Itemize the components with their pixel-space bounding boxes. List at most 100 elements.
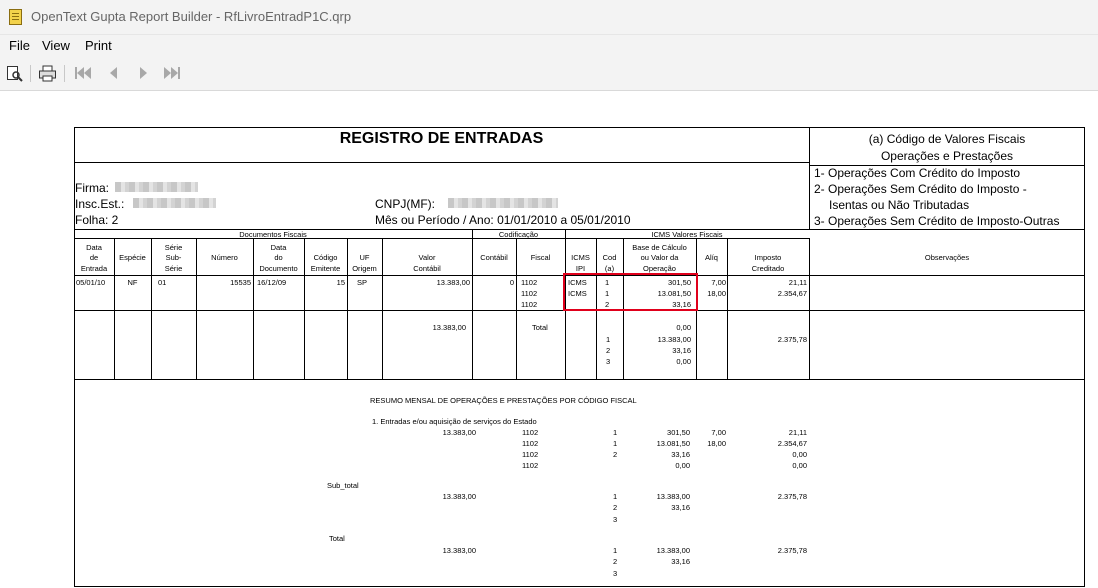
summary-cod: 1 xyxy=(613,439,618,448)
summary-aliq: 7,00 xyxy=(711,428,726,437)
col-codemit-1: Código xyxy=(313,253,338,262)
summary-aliq: 18,00 xyxy=(707,439,726,448)
entry-fiscal: 1102 xyxy=(521,289,538,298)
next-page-icon[interactable] xyxy=(140,65,147,81)
total-imposto: 2.375,78 xyxy=(777,335,807,344)
window-title: OpenText Gupta Report Builder - RfLivroE… xyxy=(31,9,352,24)
col-valor-2: Contábil xyxy=(413,264,441,273)
last-page-icon[interactable] xyxy=(164,65,180,81)
menu-view[interactable]: View xyxy=(42,38,70,53)
summary-base: 0,00 xyxy=(675,461,690,470)
entry-especie: NF xyxy=(127,278,138,287)
grand-total-label: Total xyxy=(329,534,345,543)
report-frame xyxy=(74,127,1085,587)
legend-title-2: Operações e Prestações xyxy=(880,149,1014,163)
menu-print[interactable]: Print xyxy=(85,38,112,53)
summary-base: 301,50 xyxy=(667,428,690,437)
subtotal-base: 33,16 xyxy=(671,503,690,512)
summary-imposto: 2.354,67 xyxy=(777,439,807,448)
first-page-icon[interactable] xyxy=(75,65,91,81)
col-imposto-1: Imposto xyxy=(754,253,782,262)
subtotal-cod: 2 xyxy=(613,503,618,512)
col-valor-1: Valor xyxy=(418,253,436,262)
grand-total-valor: 13.383,00 xyxy=(442,546,476,555)
redacted-firma xyxy=(115,182,198,192)
group-icms: ICMS Valores Fiscais xyxy=(651,230,723,239)
entry-data: 05/01/10 xyxy=(76,278,106,287)
col-observacoes: Observações xyxy=(924,253,970,262)
insc-label: Insc.Est.: xyxy=(75,197,125,211)
app-icon xyxy=(9,9,22,25)
total-base: 33,16 xyxy=(672,346,691,355)
total-cod: 2 xyxy=(606,346,611,355)
entry-uf: SP xyxy=(357,278,368,287)
col-serie-3: Série xyxy=(164,264,183,273)
col-codemit-2: Emitente xyxy=(310,264,341,273)
toolbar xyxy=(0,57,1098,91)
col-base-3: Operação xyxy=(643,264,676,273)
col-data-1: Data xyxy=(86,243,102,252)
summary-cod: 1 xyxy=(613,428,618,437)
menu-file[interactable]: File xyxy=(9,38,30,53)
firma-label: Firma: xyxy=(75,181,109,195)
col-numero: Número xyxy=(211,253,238,262)
prev-page-icon[interactable] xyxy=(110,65,117,81)
grand-total-imposto: 2.375,78 xyxy=(777,546,807,555)
entry-datadoc: 16/12/09 xyxy=(257,278,287,287)
subtotal-imposto: 2.375,78 xyxy=(777,492,807,501)
total-label: Total xyxy=(532,323,548,332)
subtotal-label: Sub_total xyxy=(327,481,359,490)
total-base: 0,00 xyxy=(676,323,691,332)
redacted-insc xyxy=(133,198,216,208)
entry-numero: 15535 xyxy=(230,278,251,287)
summary-base: 13.081,50 xyxy=(656,439,690,448)
col-datadoc-1: Data xyxy=(270,243,287,252)
grand-total-base: 13.383,00 xyxy=(656,546,690,555)
grand-total-cod: 3 xyxy=(613,569,618,578)
summary-section: 1. Entradas e/ou aquisição de serviços d… xyxy=(372,417,537,426)
summary-base: 33,16 xyxy=(671,450,690,459)
col-base-1: Base de Cálculo xyxy=(632,243,687,252)
entry-aliq: 18,00 xyxy=(707,289,726,298)
entry-aliq: 7,00 xyxy=(711,278,726,287)
col-serie-1: Série xyxy=(164,243,183,252)
legend-item-3: 3- Operações Sem Crédito de Imposto-Outr… xyxy=(814,214,1060,228)
summary-fiscal: 1102 xyxy=(522,450,539,459)
col-data-3: Entrada xyxy=(80,264,108,273)
summary-title: RESUMO MENSAL DE OPERAÇÕES E PRESTAÇÕES … xyxy=(370,396,637,405)
menu-bar: File View Print xyxy=(0,35,1098,57)
grand-total-cod: 2 xyxy=(613,557,618,566)
col-aliq: Alíq xyxy=(705,253,718,262)
col-cod-2: (a) xyxy=(604,264,615,273)
legend-title-1: (a) Código de Valores Fiscais xyxy=(868,132,1026,146)
toolbar-separator xyxy=(64,65,65,82)
summary-fiscal: 1102 xyxy=(522,439,539,448)
subtotal-cod: 1 xyxy=(613,492,618,501)
legend-item-2: 2- Operações Sem Crédito do Imposto - xyxy=(814,182,1027,196)
legend-item-2b: Isentas ou Não Tributadas xyxy=(829,198,970,212)
printer-icon[interactable] xyxy=(38,65,58,82)
total-cod: 3 xyxy=(606,357,611,366)
total-valor: 13.383,00 xyxy=(432,323,466,332)
subtotal-valor: 13.383,00 xyxy=(442,492,476,501)
col-icmsipi-1: ICMS xyxy=(571,253,590,262)
total-cod: 1 xyxy=(606,335,611,344)
col-serie-2: Sub- xyxy=(165,253,182,262)
summary-imposto: 21,11 xyxy=(788,428,807,437)
cnpj-label: CNPJ(MF): xyxy=(375,197,435,211)
col-data-2: de xyxy=(89,253,99,262)
summary-cod: 2 xyxy=(613,450,618,459)
subtotal-base: 13.383,00 xyxy=(656,492,690,501)
preview-icon[interactable] xyxy=(6,65,24,82)
col-base-2: ou Valor da xyxy=(640,253,679,262)
col-uf-1: UF xyxy=(359,253,370,262)
col-contabil: Contábil xyxy=(480,253,508,262)
col-datadoc-3: Documento xyxy=(259,264,298,273)
col-fiscal: Fiscal xyxy=(530,253,551,262)
entry-codemit: 15 xyxy=(336,278,345,287)
entry-fiscal: 1102 xyxy=(521,278,538,287)
grand-total-cod: 1 xyxy=(613,546,618,555)
summary-valor: 13.383,00 xyxy=(442,428,476,437)
entry-fiscal: 1102 xyxy=(521,300,538,309)
col-datadoc-2: do xyxy=(274,253,283,262)
